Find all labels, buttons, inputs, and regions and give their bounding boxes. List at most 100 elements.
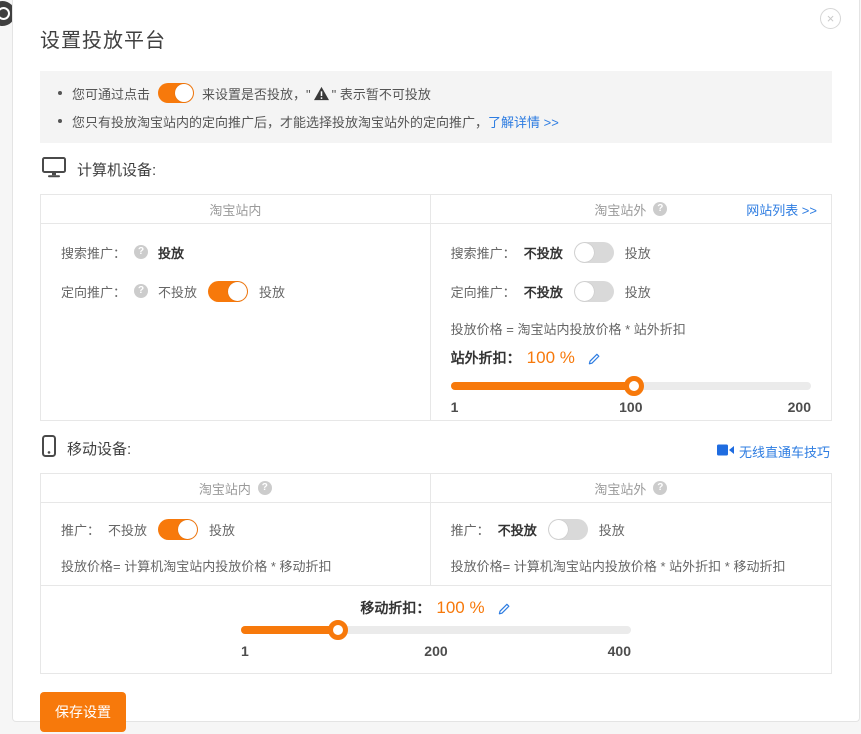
- search-status-value: 投放: [158, 243, 184, 262]
- discount-label: 移动折扣：: [360, 598, 430, 618]
- computer-onsite-search-row: 搜索推广： ? 投放: [61, 240, 410, 264]
- toggle-knob: [178, 520, 197, 539]
- computer-section-head: 计算机设备:: [42, 157, 830, 182]
- toggle-on-label: 投放: [625, 282, 651, 301]
- demo-toggle[interactable]: [158, 83, 194, 103]
- offsite-price-formula: 投放价格 = 淘宝站内投放价格 * 站外折扣: [451, 319, 811, 338]
- offsite-discount-slider: 1 100 200: [451, 382, 811, 417]
- computer-offsite-search-row: 搜索推广： 不投放 投放: [451, 240, 811, 264]
- computer-offsite-target-row: 定向推广： 不投放 投放: [451, 279, 811, 303]
- learn-more-link[interactable]: 了解详情 >>: [488, 112, 559, 131]
- notice-text: 来设置是否投放，": [202, 84, 311, 103]
- row-label: 定向推广：: [61, 282, 126, 301]
- toggle-knob: [228, 282, 247, 301]
- toggle-knob: [575, 282, 594, 301]
- notice-box: 您可通过点击 来设置是否投放，" " 表示暂不可投放 您只有投放淘宝站内的定向推…: [40, 71, 832, 143]
- slider-track[interactable]: [241, 626, 631, 634]
- toggle-on-label: 投放: [625, 243, 651, 262]
- toggle-knob: [175, 84, 193, 102]
- tick-max: 400: [608, 643, 631, 659]
- toggle-off-label: 不投放: [158, 282, 197, 301]
- toggle-on-label: 投放: [599, 520, 625, 539]
- page-title: 设置投放平台: [40, 24, 832, 53]
- tick-min: 1: [241, 643, 249, 659]
- close-icon[interactable]: ×: [820, 8, 841, 29]
- header-label: 淘宝站外: [594, 200, 646, 219]
- computer-offsite-search-toggle[interactable]: [574, 242, 614, 263]
- mobile-offsite-header: 淘宝站外 ?: [430, 474, 831, 503]
- header-label: 淘宝站外: [594, 479, 646, 498]
- mobile-discount-row: 移动折扣： 100 % 1 200 400: [41, 585, 831, 673]
- mobile-onsite-promo-toggle[interactable]: [158, 519, 198, 540]
- video-icon: [717, 444, 734, 459]
- wireless-tips-link[interactable]: 无线直通车技巧: [717, 442, 830, 461]
- row-label: 搜索推广：: [451, 243, 516, 262]
- mobile-section-title: 移动设备:: [42, 435, 131, 461]
- wireless-tips-label: 无线直通车技巧: [739, 442, 830, 461]
- discount-label: 站外折扣：: [451, 348, 521, 368]
- edit-icon[interactable]: [497, 601, 512, 616]
- tick-min: 1: [451, 399, 459, 415]
- header-label: 淘宝站内: [199, 479, 251, 498]
- slider-handle[interactable]: [328, 620, 348, 640]
- bullet-icon: [58, 119, 62, 123]
- header-label: 淘宝站内: [209, 200, 261, 219]
- mobile-offsite-promo-row: 推广： 不投放 投放: [451, 517, 811, 541]
- help-icon[interactable]: ?: [258, 481, 272, 495]
- mobile-section-head: 移动设备: 无线直通车技巧: [42, 435, 830, 461]
- computer-offsite-target-toggle[interactable]: [574, 281, 614, 302]
- slider-ticks: 1 200 400: [241, 643, 631, 661]
- toggle-knob: [549, 520, 568, 539]
- mobile-onsite-cell: 推广： 不投放 投放 投放价格= 计算机淘宝站内投放价格 * 移动折扣: [41, 503, 430, 585]
- slider-fill: [241, 626, 339, 634]
- mobile-onsite-price-formula: 投放价格= 计算机淘宝站内投放价格 * 移动折扣: [61, 556, 410, 575]
- offsite-discount-value: 100 %: [527, 348, 575, 368]
- offsite-discount-row: 站外折扣： 100 %: [451, 348, 811, 368]
- computer-section-label: 计算机设备:: [77, 159, 156, 180]
- toggle-off-label: 不投放: [524, 243, 563, 262]
- help-icon[interactable]: ?: [134, 245, 148, 259]
- warning-icon: [313, 86, 330, 101]
- site-list-link[interactable]: 网站列表 >>: [746, 200, 817, 219]
- computer-table: 淘宝站内 淘宝站外 ? 网站列表 >> 搜索推广： ? 投放 定向推广： ? 不…: [40, 194, 832, 421]
- mobile-discount-slider: 1 200 400: [241, 626, 631, 661]
- row-label: 定向推广：: [451, 282, 516, 301]
- save-settings-button[interactable]: 保存设置: [40, 692, 126, 732]
- toggle-off-label: 不投放: [524, 282, 563, 301]
- edit-icon[interactable]: [587, 351, 602, 366]
- computer-onsite-target-toggle[interactable]: [208, 281, 248, 302]
- mobile-offsite-price-formula: 投放价格= 计算机淘宝站内投放价格 * 站外折扣 * 移动折扣: [451, 556, 811, 575]
- computer-icon: [42, 157, 66, 182]
- set-platform-dialog: × 设置投放平台 您可通过点击 来设置是否投放，" " 表示暂不可投放 您只有投…: [12, 0, 860, 722]
- toggle-on-label: 投放: [209, 520, 235, 539]
- mobile-offsite-cell: 推广： 不投放 投放 投放价格= 计算机淘宝站内投放价格 * 站外折扣 * 移动…: [430, 503, 831, 585]
- notice-text: 您只有投放淘宝站内的定向推广后，才能选择投放淘宝站外的定向推广，: [72, 112, 488, 131]
- notice-text: 您可通过点击: [72, 84, 150, 103]
- mobile-section-label: 移动设备:: [67, 438, 131, 459]
- toggle-off-label: 不投放: [108, 520, 147, 539]
- computer-offsite-header: 淘宝站外 ? 网站列表 >>: [430, 195, 831, 224]
- computer-onsite-target-row: 定向推广： ? 不投放 投放: [61, 279, 410, 303]
- tick-max: 200: [788, 399, 811, 415]
- row-label: 推广：: [451, 520, 490, 539]
- mobile-icon: [42, 435, 56, 461]
- help-icon[interactable]: ?: [653, 202, 667, 216]
- bullet-icon: [58, 91, 62, 95]
- mobile-onsite-header: 淘宝站内 ?: [41, 474, 430, 503]
- notice-text: " 表示暂不可投放: [332, 84, 431, 103]
- slider-track[interactable]: [451, 382, 811, 390]
- row-label: 搜索推广：: [61, 243, 126, 262]
- mobile-discount-value: 100 %: [436, 598, 484, 618]
- slider-handle[interactable]: [624, 376, 644, 396]
- computer-section-title: 计算机设备:: [42, 157, 156, 182]
- mobile-discount-line: 移动折扣： 100 %: [41, 598, 831, 618]
- computer-onsite-header: 淘宝站内: [41, 195, 430, 224]
- help-icon[interactable]: ?: [653, 481, 667, 495]
- tick-mid: 100: [619, 399, 642, 415]
- tick-mid: 200: [424, 643, 447, 659]
- help-icon[interactable]: ?: [134, 284, 148, 298]
- toggle-on-label: 投放: [259, 282, 285, 301]
- mobile-offsite-promo-toggle[interactable]: [548, 519, 588, 540]
- notice-line-1: 您可通过点击 来设置是否投放，" " 表示暂不可投放: [58, 79, 814, 107]
- toggle-knob: [575, 243, 594, 262]
